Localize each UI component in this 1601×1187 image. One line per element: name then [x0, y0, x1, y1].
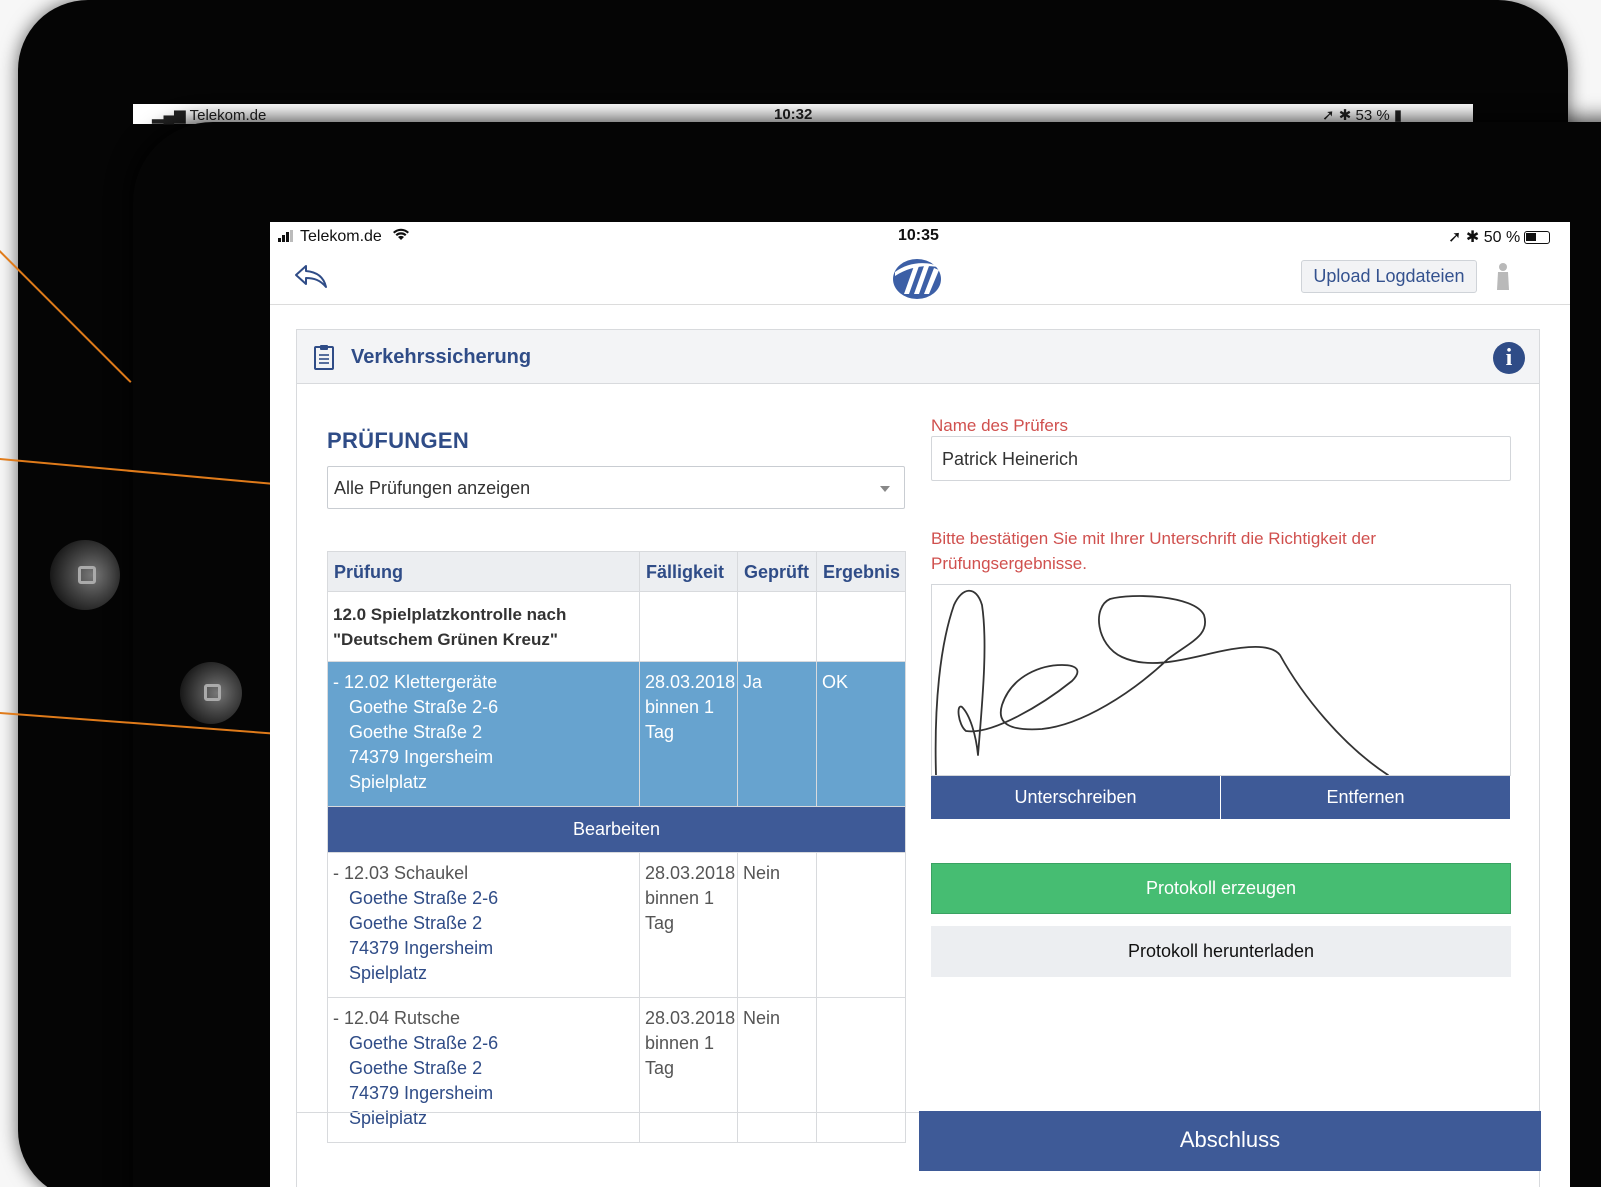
result-cell: [816, 852, 906, 998]
nav-bar: Upload Logdateien: [270, 250, 1570, 305]
edit-row[interactable]: Bearbeiten: [327, 806, 906, 853]
checked-cell: Nein: [737, 997, 817, 1143]
signal-icon: [278, 230, 296, 242]
tests-table: Prüfung Fälligkeit Geprüft Ergebnis 12.0…: [327, 551, 906, 1143]
remove-signature-button[interactable]: Entfernen: [1221, 776, 1510, 819]
due-cell: 28.03.2018 binnen 1 Tag: [639, 852, 738, 998]
tests-section-title: PRÜFUNGEN: [327, 428, 470, 453]
sign-button[interactable]: Unterschreiben: [931, 776, 1220, 819]
back-arrow-icon[interactable]: [292, 258, 332, 294]
signature-pad[interactable]: [931, 584, 1511, 776]
photo-stage: ▂▄▆ Telekom.de ︎ 10:32 ➚ ✱ 53 % ▮ Teleko…: [0, 0, 1601, 1187]
table-group-row: 12.0 Spielplatzkontrolle nach "Deutschem …: [327, 591, 906, 662]
carrier: Telekom.de: [278, 227, 410, 246]
filter-selected-value: Alle Prüfungen anzeigen: [334, 478, 531, 498]
create-protocol-button[interactable]: Protokoll erzeugen: [931, 863, 1511, 914]
column-header-faelligkeit[interactable]: Fälligkeit: [639, 551, 738, 592]
test-name-cell: - 12.02 Klettergeräte Goethe Straße 2-6 …: [327, 661, 640, 807]
result-cell: OK: [816, 661, 906, 807]
table-header-row: Prüfung Fälligkeit Geprüft Ergebnis: [327, 551, 906, 592]
due-cell: 28.03.2018 binnen 1 Tag: [639, 661, 738, 807]
due-cell: 28.03.2018 binnen 1 Tag: [639, 997, 738, 1143]
signature-buttons: Unterschreiben Entfernen: [931, 776, 1511, 819]
inspector-name-label: Name des Prüfers: [931, 416, 1068, 435]
chevron-down-icon: [880, 486, 890, 492]
back-tablet-home-button: [50, 540, 120, 610]
group-title: 12.0 Spielplatzkontrolle nach "Deutschem …: [327, 591, 640, 662]
column-header-geprueft[interactable]: Geprüft: [737, 551, 817, 592]
test-name-cell: - 12.04 Rutsche Goethe Straße 2-6 Goethe…: [327, 997, 640, 1143]
column-header-ergebnis[interactable]: Ergebnis: [816, 551, 906, 592]
signature-hint: Bitte bestätigen Sie mit Ihrer Unterschr…: [931, 529, 1377, 573]
card-title: Verkehrssicherung: [351, 346, 532, 368]
tests-filter-select[interactable]: Alle Prüfungen anzeigen: [327, 466, 905, 509]
signature-drawing: [934, 589, 1389, 775]
info-icon[interactable]: i: [1493, 342, 1525, 374]
bluetooth-icon: ✱: [1465, 229, 1480, 246]
upload-logfiles-button[interactable]: Upload Logdateien: [1301, 260, 1477, 293]
checked-cell: Nein: [737, 852, 817, 998]
status-bar: Telekom.de 10:35 ➚ ✱ 50 %: [270, 222, 1570, 250]
edit-button[interactable]: Bearbeiten: [327, 806, 906, 853]
column-header-pruefung[interactable]: Prüfung: [327, 551, 640, 592]
table-row[interactable]: - 12.02 Klettergeräte Goethe Straße 2-6 …: [327, 661, 906, 807]
clipboard-icon: [313, 344, 335, 370]
footer-divider: [297, 1112, 919, 1113]
wifi-icon: [392, 228, 410, 245]
table-row[interactable]: - 12.04 Rutsche Goethe Straße 2-6 Goethe…: [327, 997, 906, 1143]
card-header: Verkehrssicherung i: [297, 330, 1539, 384]
background-time: 10:32: [774, 106, 813, 123]
clock: 10:35: [898, 227, 939, 244]
finish-button[interactable]: Abschluss: [919, 1111, 1541, 1171]
test-name-cell: - 12.03 Schaukel Goethe Straße 2-6 Goeth…: [327, 852, 640, 998]
location-icon: ➚: [1448, 229, 1462, 246]
battery-percent: 50 %: [1483, 229, 1521, 246]
company-logo-icon: [890, 254, 946, 302]
inspection-card: Verkehrssicherung i PRÜFUNGEN Alle Prüfu…: [296, 329, 1541, 1187]
checked-cell: Ja: [737, 661, 817, 807]
user-icon[interactable]: [1495, 262, 1511, 290]
battery-icon: [1524, 231, 1551, 244]
result-cell: [816, 997, 906, 1143]
status-right: ➚ ✱ 50 %: [1448, 227, 1551, 247]
download-protocol-button[interactable]: Protokoll herunterladen: [931, 926, 1511, 977]
inspector-name-input[interactable]: Patrick Heinerich: [931, 436, 1511, 481]
front-tablet-home-button: [180, 662, 242, 724]
background-status-bar: ▂▄▆ Telekom.de ︎ 10:32 ➚ ✱ 53 % ▮: [152, 106, 1452, 124]
table-row[interactable]: - 12.03 Schaukel Goethe Straße 2-6 Goeth…: [327, 852, 906, 998]
app-screen: Telekom.de 10:35 ➚ ✱ 50 % Upload Logdate…: [270, 222, 1570, 1187]
